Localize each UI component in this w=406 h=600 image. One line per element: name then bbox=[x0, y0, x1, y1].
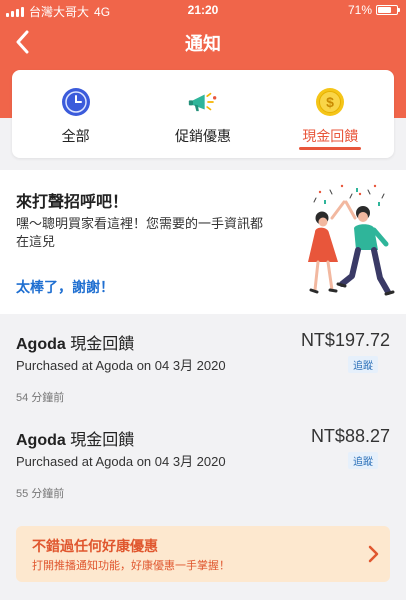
promo-subtitle: 打開推播通知功能，好康優惠一手掌握！ bbox=[32, 560, 230, 572]
tab-label: 促銷優惠 bbox=[174, 128, 231, 144]
cashback-amount: NT$88.27 bbox=[310, 426, 390, 446]
cashback-amount: NT$197.72 bbox=[300, 330, 390, 350]
active-tab-indicator bbox=[299, 147, 362, 150]
notification-time: 54 分鐘前 bbox=[16, 392, 65, 404]
tab-label: 現金回饋 bbox=[302, 128, 359, 144]
clock-icon bbox=[61, 87, 91, 117]
chevron-right-icon bbox=[368, 545, 379, 563]
notification-time: 55 分鐘前 bbox=[16, 488, 65, 500]
celebration-illustration bbox=[308, 184, 395, 296]
status-badge: 追蹤 bbox=[348, 452, 378, 469]
battery-icon bbox=[376, 5, 400, 15]
tab-all[interactable]: 全部 bbox=[12, 70, 139, 158]
notification-item[interactable]: Agoda 現金回饋 Purchased at Agoda on 04 3月 2… bbox=[0, 318, 406, 414]
notification-type: 現金回饋 bbox=[70, 336, 135, 353]
notification-subtitle: Purchased at Agoda on 04 3月 2020 bbox=[16, 358, 226, 373]
megaphone-icon bbox=[188, 87, 218, 117]
status-bar: 台灣大哥大 4G 21:20 71% bbox=[0, 0, 406, 20]
tab-label: 全部 bbox=[61, 128, 90, 144]
notification-title: Agoda 現金回饋 bbox=[16, 330, 134, 354]
dollar-coin-icon: $ bbox=[315, 87, 345, 117]
status-badge: 追蹤 bbox=[348, 356, 378, 373]
nav-bar: 通知 bbox=[0, 22, 406, 62]
tab-cashback[interactable]: $ 現金回饋 bbox=[267, 70, 394, 158]
tab-promotions[interactable]: 促銷優惠 bbox=[139, 70, 266, 158]
thanks-link[interactable]: 太棒了，謝謝！ bbox=[16, 277, 114, 297]
battery-percent: 71% bbox=[347, 3, 372, 17]
category-tabs: 全部 促銷優惠 $ 現金回饋 bbox=[12, 70, 394, 158]
push-notification-promo[interactable]: 不錯過任何好康優惠 打開推播通知功能，好康優惠一手掌握！ bbox=[16, 526, 390, 582]
welcome-title: 來打聲招呼吧！ bbox=[16, 194, 129, 211]
promo-title: 不錯過任何好康優惠 bbox=[32, 538, 158, 554]
welcome-card: 來打聲招呼吧！ 嘿～聰明買家看這裡！您需要的一手資訊都在這兒 太棒了，謝謝！ bbox=[0, 170, 406, 314]
notification-subtitle: Purchased at Agoda on 04 3月 2020 bbox=[16, 454, 226, 469]
page-title: 通知 bbox=[185, 34, 221, 54]
notification-title: Agoda 現金回饋 bbox=[16, 426, 134, 450]
svg-text:$: $ bbox=[326, 94, 334, 110]
notification-type: 現金回饋 bbox=[70, 432, 135, 449]
brand-name: Agoda bbox=[16, 336, 66, 353]
notification-item[interactable]: Agoda 現金回饋 Purchased at Agoda on 04 3月 2… bbox=[0, 414, 406, 510]
welcome-description: 嘿～聰明買家看這裡！您需要的一手資訊都在這兒 bbox=[16, 216, 264, 249]
brand-name: Agoda bbox=[16, 432, 66, 449]
clock: 21:20 bbox=[187, 3, 219, 17]
